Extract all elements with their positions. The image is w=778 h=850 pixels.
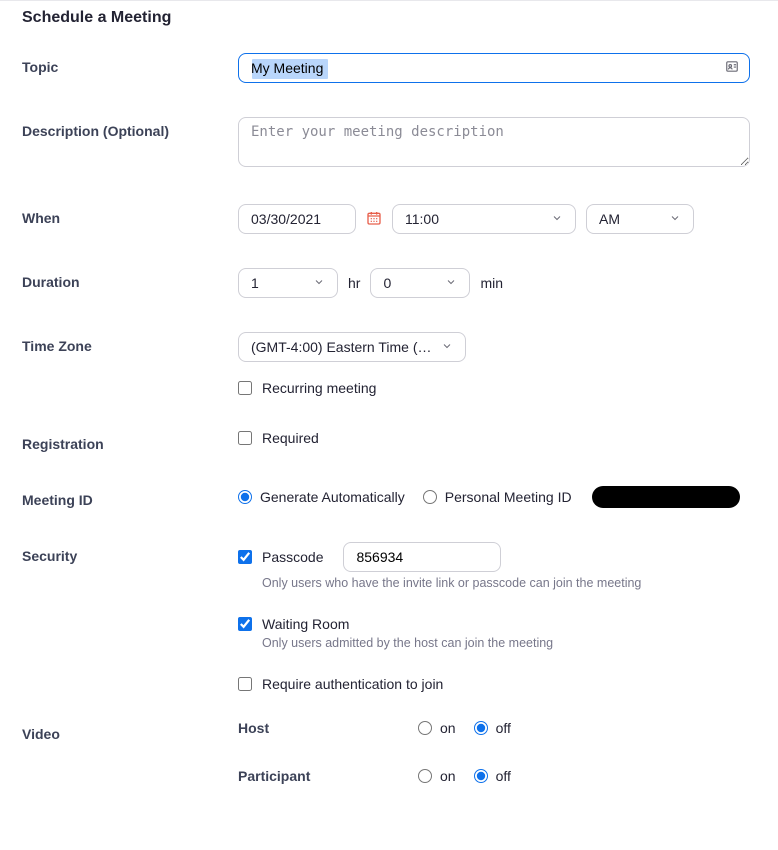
video-host-label: Host xyxy=(238,720,418,736)
registration-required-label: Required xyxy=(262,430,319,446)
require-auth-row[interactable]: Require authentication to join xyxy=(238,676,750,692)
registration-required-checkbox[interactable] xyxy=(238,431,252,445)
video-host-on-row[interactable]: on xyxy=(418,720,456,736)
meeting-id-auto-radio[interactable] xyxy=(238,490,252,504)
security-label: Security xyxy=(22,542,238,564)
video-on-label: on xyxy=(440,720,456,736)
recurring-checkbox-row[interactable]: Recurring meeting xyxy=(238,380,750,396)
calendar-icon[interactable] xyxy=(366,210,382,229)
topic-input[interactable] xyxy=(251,60,711,76)
waiting-room-label: Waiting Room xyxy=(262,616,349,632)
personal-meeting-id-value xyxy=(592,486,740,508)
page-title: Schedule a Meeting xyxy=(22,9,778,27)
video-host-off-row[interactable]: off xyxy=(474,720,511,736)
video-participant-off-radio[interactable] xyxy=(474,769,488,783)
recurring-label: Recurring meeting xyxy=(262,380,376,396)
date-input[interactable] xyxy=(238,204,356,234)
topic-field[interactable] xyxy=(238,53,750,83)
video-participant-off-row[interactable]: off xyxy=(474,768,511,784)
timezone-label: Time Zone xyxy=(22,332,238,354)
description-input[interactable] xyxy=(238,117,750,167)
waiting-room-row[interactable]: Waiting Room xyxy=(238,616,750,632)
video-off-label-2: off xyxy=(496,768,511,784)
video-host-on-radio[interactable] xyxy=(418,721,432,735)
description-label: Description (Optional) xyxy=(22,117,238,139)
chevron-down-icon xyxy=(669,211,681,227)
contact-card-icon[interactable] xyxy=(725,60,739,77)
recurring-checkbox[interactable] xyxy=(238,381,252,395)
meeting-id-auto-label: Generate Automatically xyxy=(260,489,405,505)
passcode-input[interactable] xyxy=(343,542,501,572)
video-participant-on-row[interactable]: on xyxy=(418,768,456,784)
chevron-down-icon xyxy=(441,339,453,355)
video-label: Video xyxy=(22,720,238,742)
meeting-id-label: Meeting ID xyxy=(22,486,238,508)
video-participant-label: Participant xyxy=(238,768,418,784)
video-off-label: off xyxy=(496,720,511,736)
duration-hours-select[interactable]: 1 xyxy=(238,268,338,298)
meeting-id-pmi-label: Personal Meeting ID xyxy=(445,489,572,505)
waiting-room-checkbox[interactable] xyxy=(238,617,252,631)
video-participant-on-radio[interactable] xyxy=(418,769,432,783)
chevron-down-icon xyxy=(551,211,563,227)
ampm-select[interactable]: AM xyxy=(586,204,694,234)
registration-label: Registration xyxy=(22,430,238,452)
require-auth-label: Require authentication to join xyxy=(262,676,443,692)
meeting-id-auto-row[interactable]: Generate Automatically xyxy=(238,489,405,505)
video-host-off-radio[interactable] xyxy=(474,721,488,735)
registration-required-row[interactable]: Required xyxy=(238,430,750,446)
chevron-down-icon xyxy=(445,275,457,291)
chevron-down-icon xyxy=(313,275,325,291)
when-label: When xyxy=(22,204,238,226)
timezone-select[interactable]: (GMT-4:00) Eastern Time (US & Canada) xyxy=(238,332,466,362)
video-on-label-2: on xyxy=(440,768,456,784)
topic-label: Topic xyxy=(22,53,238,75)
require-auth-checkbox[interactable] xyxy=(238,677,252,691)
hr-unit: hr xyxy=(348,275,360,291)
passcode-label: Passcode xyxy=(262,549,323,565)
duration-minutes-select[interactable]: 0 xyxy=(370,268,470,298)
passcode-checkbox[interactable] xyxy=(238,550,252,564)
min-unit: min xyxy=(480,275,503,291)
time-select[interactable]: 11:00 xyxy=(392,204,576,234)
meeting-id-pmi-radio[interactable] xyxy=(423,490,437,504)
meeting-id-pmi-row[interactable]: Personal Meeting ID xyxy=(423,489,572,505)
waiting-room-help: Only users admitted by the host can join… xyxy=(262,636,750,650)
passcode-help: Only users who have the invite link or p… xyxy=(262,576,750,590)
duration-label: Duration xyxy=(22,268,238,290)
